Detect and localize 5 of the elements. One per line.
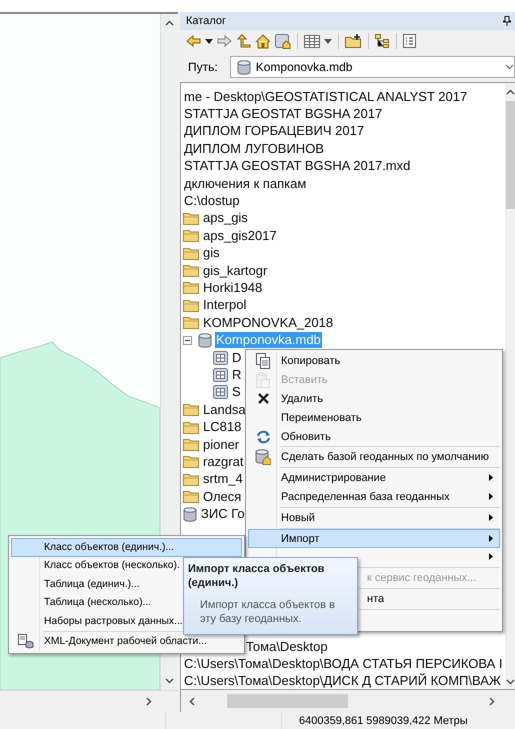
tooltip-title: Импорт класса объектов (единич.) [188,562,326,590]
panel-title: Каталог [186,15,226,27]
path-label: Путь: [188,60,218,74]
coordinates-text: 6400359,861 5989039,422 Метры [298,714,468,726]
tooltip-text: Импорт класса объектов в эту базу геоданных. [200,598,336,626]
